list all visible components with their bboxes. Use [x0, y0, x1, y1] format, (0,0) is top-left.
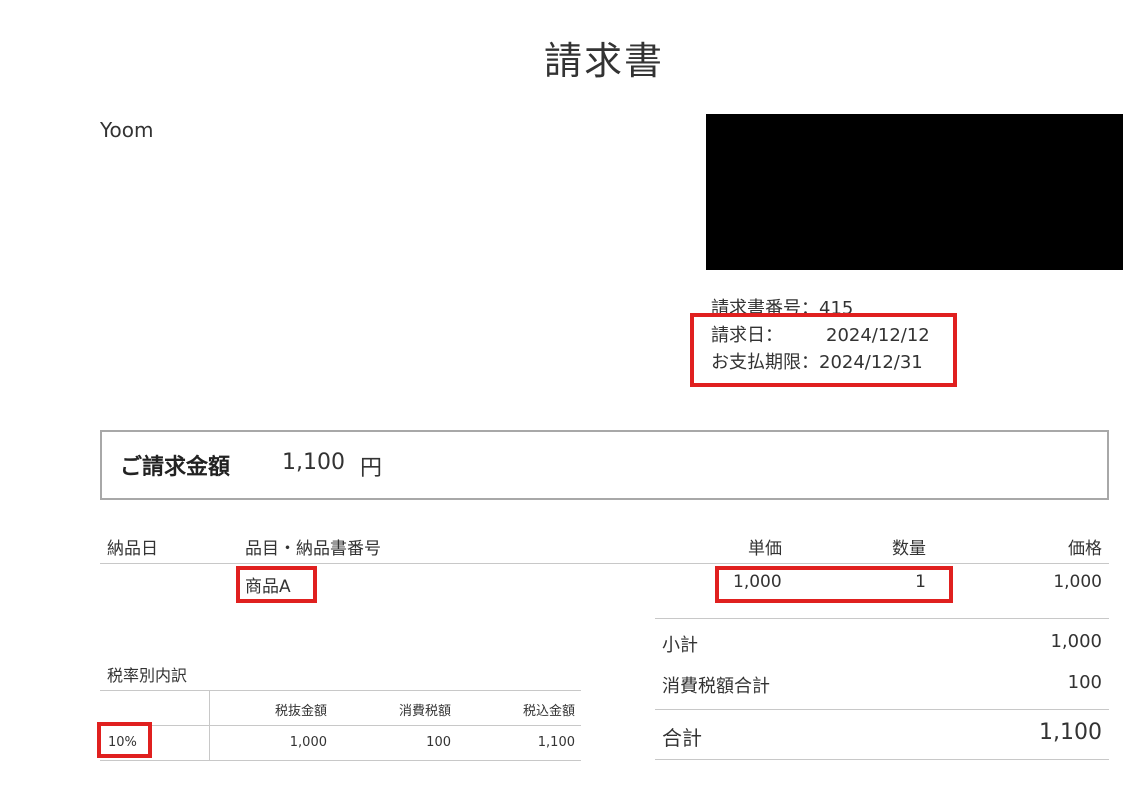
billing-amount-box [100, 430, 1109, 500]
subtotal-label: 小計 [662, 635, 698, 656]
header-unit-price: 単価 [748, 539, 782, 559]
tax-header-incl: 税込金額 [522, 704, 575, 719]
summary-top-divider [655, 618, 1109, 619]
tax-row-excl: 1,000 [289, 735, 327, 750]
grand-total-value: 1,100 [1039, 720, 1102, 745]
highlight-box-dates [690, 313, 957, 387]
document-title: 請求書 [543, 39, 664, 83]
highlight-box-price-qty [715, 566, 953, 603]
billing-amount-unit: 円 [360, 456, 383, 481]
tax-total-label: 消費税額合計 [662, 676, 770, 697]
company-name: Yoom [100, 118, 154, 142]
header-price: 価格 [1068, 539, 1102, 559]
billing-amount-value: 1,100 [282, 450, 345, 475]
subtotal-value: 1,000 [1050, 631, 1102, 652]
tax-total-value: 100 [1067, 672, 1102, 693]
tax-table-top-line [100, 690, 581, 691]
highlight-box-rate [97, 722, 152, 758]
tax-header-tax: 消費税額 [398, 704, 451, 719]
tax-row-incl: 1,100 [537, 735, 575, 750]
tax-breakdown-title: 税率別内訳 [107, 666, 188, 685]
tax-row-tax: 100 [426, 735, 451, 750]
redacted-block [706, 114, 1123, 270]
items-header-divider [100, 563, 1109, 564]
header-quantity: 数量 [892, 539, 926, 559]
highlight-box-item [236, 566, 317, 603]
grand-total-label: 合計 [662, 726, 702, 750]
summary-mid-divider [655, 709, 1109, 710]
billing-amount-label: ご請求金額 [120, 455, 231, 480]
tax-header-excl: 税抜金額 [274, 704, 327, 719]
header-item: 品目・納品書番号 [245, 539, 381, 559]
tax-table-header-line [100, 725, 581, 726]
row-price: 1,000 [1053, 572, 1102, 592]
summary-bottom-divider [655, 759, 1109, 760]
tax-table-bottom-line [100, 760, 581, 761]
header-delivery-date: 納品日 [107, 539, 158, 559]
